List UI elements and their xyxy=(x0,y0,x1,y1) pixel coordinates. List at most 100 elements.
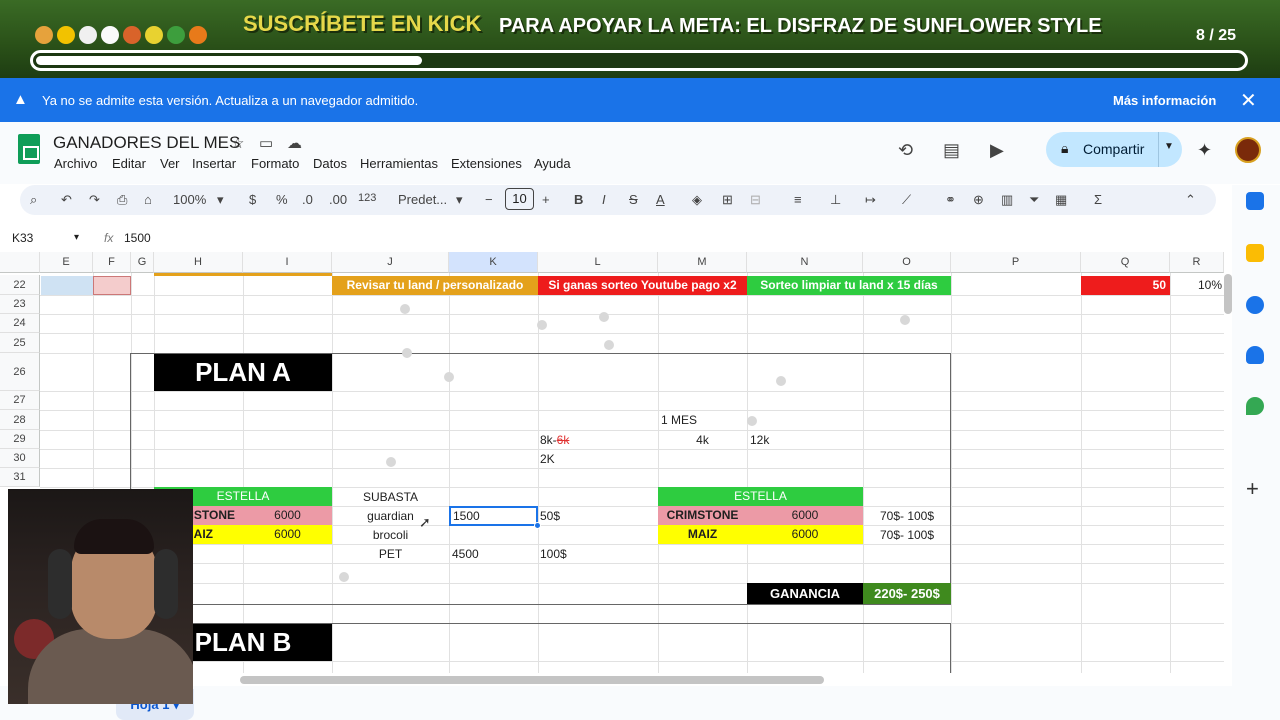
merge-cells-icon[interactable]: ⊟ xyxy=(750,192,761,208)
chevron-down-icon[interactable]: ▼ xyxy=(1164,141,1174,152)
cell-m22[interactable]: Sorteo limpiar tu land x 15 días xyxy=(747,276,951,295)
column-header-q[interactable]: Q xyxy=(1081,252,1170,273)
cell-m34[interactable]: MAIZ xyxy=(658,525,747,544)
column-header-n[interactable]: N xyxy=(747,252,863,273)
filter-icon[interactable]: ⏷ xyxy=(1029,192,1039,208)
chart-icon[interactable]: ▥ xyxy=(1001,192,1013,208)
cell-l33[interactable]: 50$ xyxy=(540,507,600,525)
text-rotation-icon[interactable]: ⟋ xyxy=(902,192,911,208)
decrease-decimal-button[interactable]: .0 xyxy=(302,192,313,207)
name-box-chevron-icon[interactable]: ▾ xyxy=(74,232,79,243)
text-wrap-icon[interactable]: ↦ xyxy=(865,192,876,208)
plan-a-title[interactable]: PLAN A xyxy=(154,354,332,391)
number-format-button[interactable]: 123 xyxy=(358,192,376,204)
avatar[interactable] xyxy=(1235,137,1261,163)
filter-views-icon[interactable]: ▦ xyxy=(1055,192,1067,208)
menu-ver[interactable]: Ver xyxy=(160,156,180,171)
row-header-24[interactable]: 24 xyxy=(0,314,40,333)
row-header-28[interactable]: 28 xyxy=(0,410,40,430)
cell-f22[interactable] xyxy=(93,276,131,295)
cloud-status-icon[interactable]: ☁ xyxy=(287,134,302,152)
cell-m33[interactable]: CRIMSTONE xyxy=(658,506,747,525)
formula-input[interactable]: 1500 xyxy=(124,231,151,245)
zoom-select[interactable]: 100% xyxy=(173,192,206,207)
star-icon[interactable]: ☆ xyxy=(231,134,244,152)
contacts-icon[interactable] xyxy=(1246,346,1264,364)
cell-m28[interactable]: 1 MES xyxy=(661,411,741,429)
row-header-25[interactable]: 25 xyxy=(0,333,40,353)
font-select[interactable]: Predet... xyxy=(398,192,447,207)
cell-o33[interactable]: 70$- 100$ xyxy=(863,507,951,525)
menu-ayuda[interactable]: Ayuda xyxy=(534,156,571,171)
move-folder-icon[interactable]: ▭ xyxy=(259,134,273,152)
cell-l35[interactable]: 100$ xyxy=(540,545,600,563)
column-header-g[interactable]: G xyxy=(131,252,154,273)
collapse-toolbar-icon[interactable]: ⌃ xyxy=(1185,192,1196,208)
functions-icon[interactable]: Σ xyxy=(1094,192,1102,207)
cell-e22[interactable] xyxy=(41,276,93,295)
cell-o34[interactable]: 70$- 100$ xyxy=(863,526,951,544)
select-all-corner[interactable] xyxy=(0,252,40,273)
align-horizontal-icon[interactable]: ≡ xyxy=(794,192,802,207)
cell-i33[interactable]: 6000 xyxy=(243,506,332,525)
cell-q22[interactable]: 50 xyxy=(1081,276,1170,295)
column-header-f[interactable]: F xyxy=(93,252,131,273)
undo-icon[interactable]: ↶ xyxy=(61,192,72,208)
keep-icon[interactable] xyxy=(1246,244,1264,262)
column-header-r[interactable]: R xyxy=(1170,252,1224,273)
cell-m32[interactable]: ESTELLA xyxy=(658,487,863,506)
cell-l29[interactable]: 8k-6k xyxy=(540,431,570,449)
font-chevron-icon[interactable]: ▾ xyxy=(456,192,463,208)
cell-j35[interactable]: PET xyxy=(332,545,449,563)
cell-j33[interactable]: guardian xyxy=(332,507,449,525)
vertical-scrollbar[interactable] xyxy=(1224,274,1232,314)
cell-k35[interactable]: 4500 xyxy=(452,545,532,563)
cell-j34[interactable]: brocoli xyxy=(332,526,449,544)
column-header-l[interactable]: L xyxy=(538,252,658,273)
row-header-23[interactable]: 23 xyxy=(0,295,40,314)
menu-extensiones[interactable]: Extensiones xyxy=(451,156,522,171)
cell-m29[interactable]: 4k xyxy=(658,431,747,449)
row-header-27[interactable]: 27 xyxy=(0,391,40,410)
search-icon[interactable]: ⌕ xyxy=(30,192,37,208)
row-header-26[interactable]: 26 xyxy=(0,353,40,391)
text-color-icon[interactable]: A xyxy=(656,192,665,207)
fill-color-icon[interactable]: ◈ xyxy=(692,192,702,208)
row-header-31[interactable]: 31 xyxy=(0,468,40,487)
cell-n29[interactable]: 12k xyxy=(750,431,810,449)
font-size-minus-icon[interactable]: − xyxy=(485,192,493,207)
menu-archivo[interactable]: Archivo xyxy=(54,156,97,171)
menu-editar[interactable]: Editar xyxy=(112,156,146,171)
menu-insertar[interactable]: Insertar xyxy=(192,156,236,171)
zoom-chevron-icon[interactable]: ▾ xyxy=(217,192,224,208)
maps-icon[interactable] xyxy=(1246,397,1264,415)
gemini-icon[interactable]: ✦ xyxy=(1197,140,1212,161)
column-header-m[interactable]: M xyxy=(658,252,747,273)
font-size-input[interactable]: 10 xyxy=(505,188,534,210)
cell-j22[interactable]: Revisar tu land / personalizado xyxy=(332,276,538,295)
row-header-29[interactable]: 29 xyxy=(0,430,40,449)
menu-herramientas[interactable]: Herramientas xyxy=(360,156,438,171)
strikethrough-icon[interactable]: S xyxy=(629,192,638,207)
row-header-30[interactable]: 30 xyxy=(0,449,40,468)
redo-icon[interactable]: ↷ xyxy=(89,192,100,208)
cell-o36[interactable]: 220$- 250$ xyxy=(863,583,951,604)
meet-icon[interactable]: ▶ xyxy=(990,140,1004,161)
cell-r22[interactable]: 10% xyxy=(1170,276,1224,295)
column-header-h[interactable]: H xyxy=(154,252,243,273)
percent-format-button[interactable]: % xyxy=(276,192,288,207)
currency-format-button[interactable]: $ xyxy=(249,192,256,207)
more-info-link[interactable]: Más información xyxy=(1113,93,1216,108)
tasks-icon[interactable] xyxy=(1246,296,1264,314)
italic-icon[interactable]: I xyxy=(602,192,606,207)
column-header-o[interactable]: O xyxy=(863,252,951,273)
cell-j32[interactable]: SUBASTA xyxy=(332,488,449,506)
font-size-plus-icon[interactable]: + xyxy=(542,192,550,207)
cell-n33[interactable]: 6000 xyxy=(747,506,863,525)
sheets-logo-icon[interactable] xyxy=(18,134,40,164)
cell-i34[interactable]: 6000 xyxy=(243,525,332,544)
link-icon[interactable]: ⚭ xyxy=(945,192,956,208)
horizontal-scrollbar[interactable] xyxy=(240,676,824,684)
paint-format-icon[interactable]: ⌂ xyxy=(144,192,152,207)
cell-k33-selected[interactable]: 1500 xyxy=(449,506,538,526)
